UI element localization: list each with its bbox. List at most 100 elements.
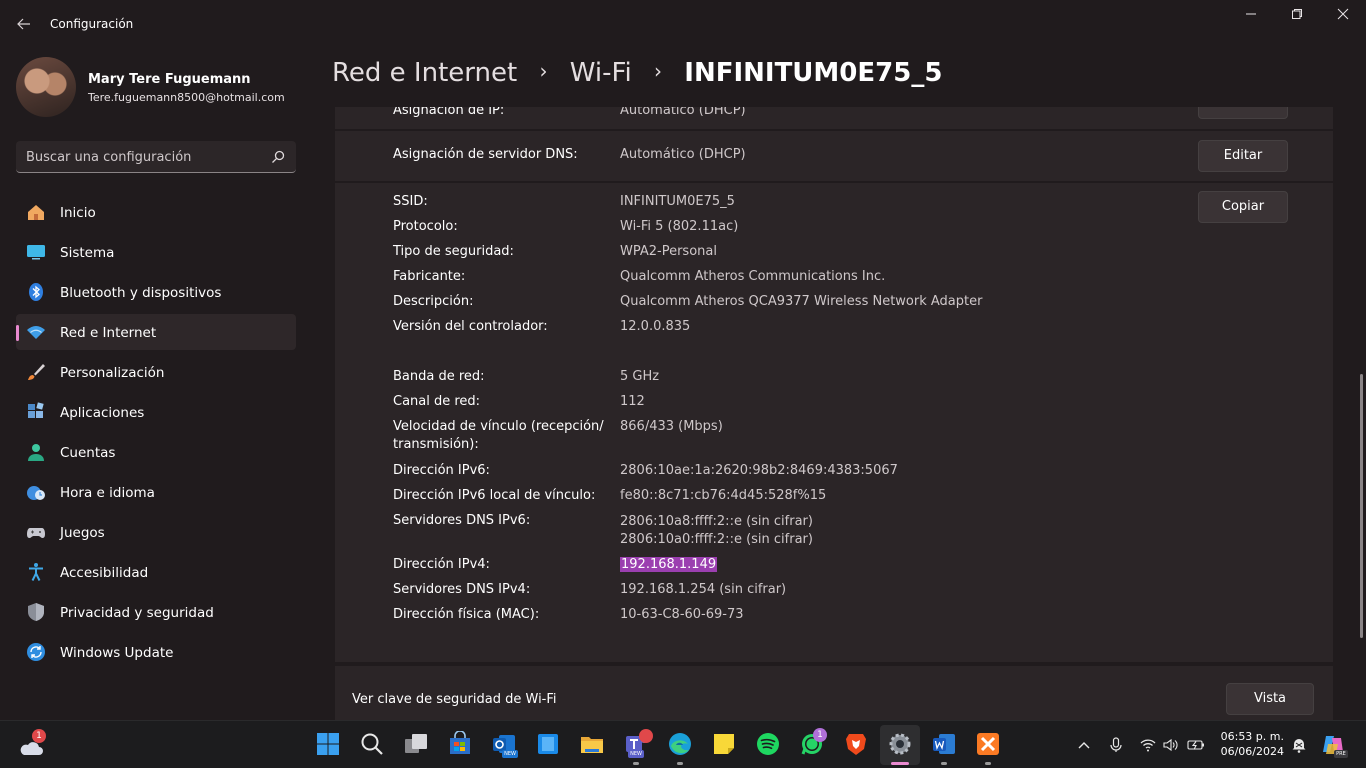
taskbar-search-icon[interactable] (359, 731, 385, 757)
spotify-icon[interactable] (755, 731, 781, 757)
properties-card: Copiar SSID: INFINITUM0E75_5 Protocolo: … (335, 183, 1333, 662)
ssid-value: INFINITUM0E75_5 (620, 194, 735, 209)
clock-globe-icon (27, 486, 45, 500)
breadcrumb-wifi[interactable]: Wi-Fi (570, 58, 632, 88)
sidebar-item-label: Sistema (60, 245, 115, 261)
taskbar-clock[interactable]: 06:53 p. m. 06/06/2024 (1212, 729, 1284, 759)
sidebar-item-label: Personalización (60, 365, 165, 381)
page-title: INFINITUM0E75_5 (684, 58, 943, 88)
view-key-button[interactable]: Vista (1226, 683, 1314, 715)
sidebar-item-label: Juegos (60, 525, 105, 541)
battery-charging-icon (1187, 740, 1204, 750)
edge-icon[interactable] (667, 731, 693, 757)
dns-ipv6-value-1: 2806:10a8:ffff:2::e (sin cifrar) (620, 514, 813, 529)
arrow-left-icon (17, 18, 30, 30)
link-speed-label: Velocidad de vínculo (recepción/ (393, 419, 604, 434)
file-explorer-icon[interactable] (579, 731, 605, 757)
chevron-up-icon (1078, 742, 1090, 749)
sidebar-item-cuentas[interactable]: Cuentas (16, 434, 296, 470)
monitor-icon (27, 245, 45, 260)
sidebar-item-windows-update[interactable]: Windows Update (16, 634, 296, 670)
content-panel: Asignación de IP: Automático (DHCP) Edit… (335, 107, 1333, 662)
ipv6-local-label: Dirección IPv6 local de vínculo: (393, 488, 596, 503)
task-view-icon[interactable] (403, 731, 429, 757)
dns-ipv6-label: Servidores DNS IPv6: (393, 513, 531, 528)
avatar[interactable] (16, 57, 76, 117)
back-button[interactable] (12, 12, 36, 36)
sidebar-item-red-internet[interactable]: Red e Internet (16, 314, 296, 350)
protocol-label: Protocolo: (393, 219, 458, 234)
sidebar-item-label: Red e Internet (60, 325, 157, 341)
close-icon (1337, 8, 1349, 20)
mac-address-value: 10-63-C8-60-69-73 (620, 607, 744, 622)
weather-badge: 1 (32, 729, 46, 743)
close-button[interactable] (1320, 4, 1366, 30)
sidebar-item-sistema[interactable]: Sistema (16, 234, 296, 270)
word-icon[interactable] (931, 731, 957, 757)
outlook-new-badge: NEW (502, 750, 518, 758)
word-running-indicator (941, 762, 947, 765)
microsoft-store-icon[interactable] (447, 731, 473, 757)
teams-notification-dot (639, 729, 653, 743)
sticky-notes-icon[interactable] (711, 731, 737, 757)
teams-running-indicator (633, 762, 639, 765)
network-tray-button[interactable] (1136, 733, 1160, 757)
network-channel-value: 112 (620, 394, 645, 409)
minimize-button[interactable] (1228, 4, 1274, 30)
sidebar-item-label: Windows Update (60, 645, 174, 661)
clock-time: 06:53 p. m. (1220, 730, 1284, 743)
sidebar-item-privacidad[interactable]: Privacidad y seguridad (16, 594, 296, 630)
microphone-button[interactable] (1106, 733, 1126, 757)
mac-address-label: Dirección física (MAC): (393, 607, 540, 622)
breadcrumb-red-internet[interactable]: Red e Internet (332, 58, 517, 88)
xampp-icon[interactable] (975, 731, 1001, 757)
edit-ip-button[interactable]: Editar (1198, 107, 1288, 119)
sidebar-item-personalizacion[interactable]: Personalización (16, 354, 296, 390)
notification-bell-icon (1292, 739, 1306, 753)
battery-tray-button[interactable] (1184, 733, 1208, 757)
sidebar-item-hora-idioma[interactable]: Hora e idioma (16, 474, 296, 510)
settings-gear-icon[interactable] (887, 731, 913, 757)
dns-assignment-label: Asignación de servidor DNS: (393, 147, 578, 162)
title-bar: Configuración (0, 0, 1366, 48)
breadcrumb-separator: › (654, 59, 662, 83)
content-scrollbar[interactable] (1360, 374, 1363, 638)
taskbar: 1 NEW NEW 1 06:53 p. m. 06/06/2024 PRE (0, 720, 1366, 768)
restore-icon (1292, 9, 1302, 19)
minimize-icon (1246, 13, 1256, 15)
notifications-button[interactable] (1289, 733, 1309, 757)
sidebar-item-accesibilidad[interactable]: Accesibilidad (16, 554, 296, 590)
ipv4-address-value[interactable]: 192.168.1.149 (620, 557, 718, 572)
driver-version-value: 12.0.0.835 (620, 319, 691, 334)
ipv6-local-value: fe80::8c71:cb76:4d45:528f%15 (620, 488, 827, 503)
shield-icon (28, 603, 44, 621)
edit-dns-button[interactable]: Editar (1198, 140, 1288, 172)
sidebar-item-inicio[interactable]: Inicio (16, 194, 296, 230)
user-name: Mary Tere Fuguemann (88, 72, 251, 87)
maximize-button[interactable] (1274, 4, 1320, 30)
tray-overflow-button[interactable] (1074, 733, 1094, 757)
gamepad-icon (27, 528, 45, 538)
sidebar-item-aplicaciones[interactable]: Aplicaciones (16, 394, 296, 430)
sidebar-item-label: Aplicaciones (60, 405, 145, 421)
copy-button[interactable]: Copiar (1198, 191, 1288, 223)
windows-start-icon[interactable] (315, 731, 341, 757)
phone-link-icon[interactable] (535, 731, 561, 757)
sidebar-item-label: Hora e idioma (60, 485, 155, 501)
sidebar-item-bluetooth[interactable]: Bluetooth y dispositivos (16, 274, 296, 310)
search-input[interactable] (26, 147, 266, 167)
volume-tray-button[interactable] (1160, 733, 1182, 757)
network-channel-label: Canal de red: (393, 394, 481, 409)
link-speed-label-continued: transmisión): (393, 437, 479, 452)
search-icon[interactable] (270, 149, 286, 165)
ipv4-address-label: Dirección IPv4: (393, 557, 490, 572)
driver-version-label: Versión del controlador: (393, 319, 548, 334)
speaker-icon (1163, 738, 1178, 752)
breadcrumb: Red e Internet › Wi-Fi › INFINITUM0E75_5 (332, 58, 942, 98)
ssid-label: SSID: (393, 194, 428, 209)
sidebar-item-juegos[interactable]: Juegos (16, 514, 296, 550)
ipv6-address-label: Dirección IPv6: (393, 463, 490, 478)
brave-icon[interactable] (843, 731, 869, 757)
security-type-label: Tipo de seguridad: (393, 244, 514, 259)
sidebar-item-label: Cuentas (60, 445, 116, 461)
